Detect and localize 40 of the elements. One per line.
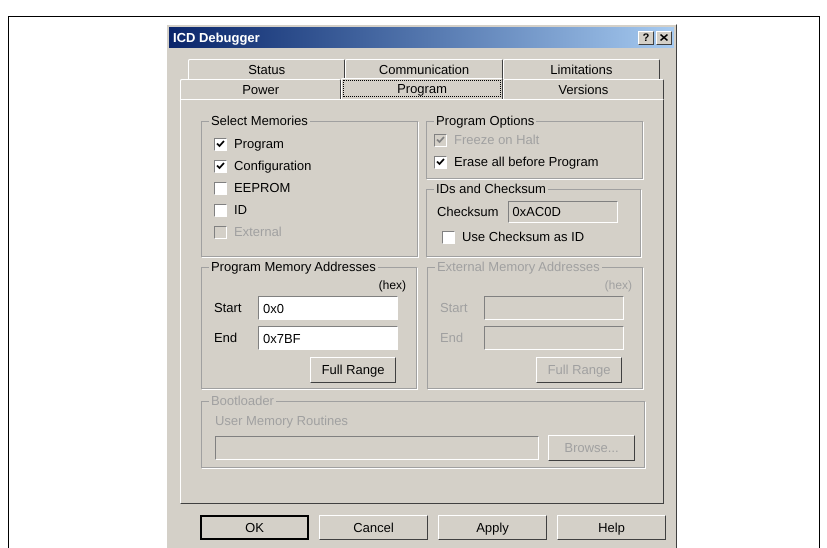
end-label: End xyxy=(214,329,238,348)
checkbox-label: ID xyxy=(234,201,247,220)
tab[interactable]: Limitations xyxy=(502,59,660,79)
checkbox[interactable] xyxy=(214,160,227,172)
check-icon xyxy=(216,140,225,148)
tab[interactable]: Power xyxy=(180,79,342,99)
dialog-button[interactable]: Apply xyxy=(438,515,547,540)
tab[interactable]: Status xyxy=(188,59,346,79)
close-icon xyxy=(660,34,668,41)
tab[interactable]: Program xyxy=(341,78,503,99)
close-button[interactable] xyxy=(656,30,672,44)
checkbox[interactable] xyxy=(214,138,227,150)
check-icon xyxy=(216,162,225,170)
help-button[interactable]: ? xyxy=(638,30,654,44)
checksum-field: 0xAC0D xyxy=(508,201,618,223)
checkbox-label: Use Checksum as ID xyxy=(462,228,584,246)
group-title: Program Memory Addresses xyxy=(209,259,378,275)
window-title: ICD Debugger xyxy=(173,28,260,47)
start-field[interactable]: 0x0 xyxy=(258,296,398,320)
dialog-button[interactable]: Help xyxy=(557,515,666,540)
group-title: Program Options xyxy=(434,113,536,129)
dialog-button[interactable]: Cancel xyxy=(319,515,428,540)
dialog-button[interactable]: OK xyxy=(200,515,309,540)
checkbox[interactable] xyxy=(214,204,227,216)
tab[interactable]: Communication xyxy=(345,59,503,79)
checkbox-label: Erase all before Program xyxy=(454,153,599,172)
checkbox[interactable] xyxy=(214,182,227,194)
check-icon xyxy=(436,136,445,144)
check-icon xyxy=(436,158,445,166)
unit-label: (hex) xyxy=(378,278,406,292)
checksum-label: Checksum xyxy=(437,203,498,222)
checkbox-label: Program xyxy=(234,135,284,154)
checkbox[interactable] xyxy=(434,156,447,168)
tab[interactable]: Versions xyxy=(502,79,664,99)
full-range-button[interactable]: Full Range xyxy=(310,357,396,383)
start-label: Start xyxy=(214,299,242,318)
checkbox[interactable] xyxy=(442,230,455,244)
end-field[interactable]: 0x7BF xyxy=(258,326,398,350)
checkbox-label: EEPROM xyxy=(234,179,290,198)
checkbox-label: Configuration xyxy=(234,157,312,176)
